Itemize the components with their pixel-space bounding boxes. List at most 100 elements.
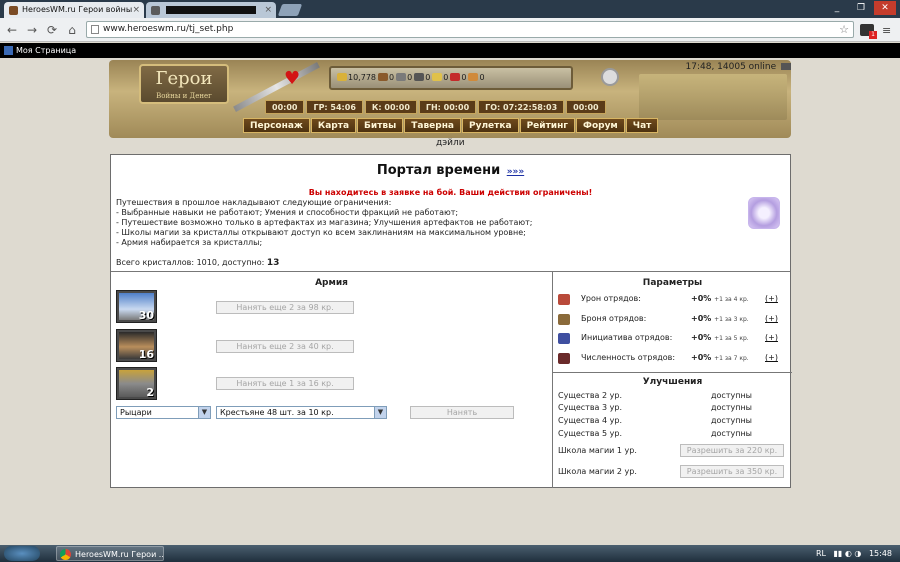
taskbar-browser-item[interactable]: HeroesWM.ru Герои ... [56,546,164,561]
unit-count: 16 [138,348,154,361]
tab-heroeswm[interactable]: HeroesWM.ru Герои войны × [4,2,144,18]
start-button[interactable] [4,546,40,561]
hire-more-button-2[interactable]: Нанять еще 2 за 40 кр. [216,340,354,353]
menu-tavern[interactable]: Таверна [404,118,461,133]
allow-magic-1-button[interactable]: Разрешить за 220 кр. [680,444,784,457]
hire-more-button-1[interactable]: Нанять еще 2 за 98 кр. [216,301,354,314]
param-plus-button[interactable]: (+) [765,351,778,365]
upgrade-row: Существа 5 ур. доступны [558,428,752,440]
resource-value: 0 [443,73,449,82]
upgrade-label: Существа 4 ур. [558,416,622,425]
param-plus-button[interactable]: (+) [765,331,778,345]
back-arrow-icon[interactable]: ← [4,22,20,38]
upgrade-row: Существа 2 ур. доступны [558,390,752,402]
param-value: +0% +1 за 7 кр. [691,351,749,366]
hire-button[interactable]: Нанять [410,406,514,419]
menu-battles[interactable]: Битвы [357,118,404,133]
resource-item: 0 [450,68,466,88]
daily-link[interactable]: дэйли [436,138,465,148]
tab-strip: HeroesWM.ru Герои войны × × _ ❐ ✕ [0,0,900,18]
address-bar[interactable]: www.heroeswm.ru/tj_set.php ☆ [86,21,854,38]
tab-second[interactable]: × [146,2,276,18]
unit-slot-3[interactable]: 2 [116,367,157,400]
bookmark-star-icon[interactable]: ☆ [839,22,849,37]
logo-subtitle: Войны и Денег [156,92,212,100]
menu-chat[interactable]: Чат [625,118,659,133]
creature-select-value: Крестьяне 48 шт. за 10 кр. [220,408,334,417]
menu-character[interactable]: Персонаж [243,118,310,133]
unit-count: 2 [146,386,154,399]
param-cost: +1 за 5 кр. [714,335,749,342]
resource-value: 0 [425,73,431,82]
param-cost: +1 за 3 кр. [714,316,749,323]
unit-count: 30 [138,309,154,322]
browser-menu-icon[interactable]: ≡ [882,24,891,37]
page-title-text: Портал времени [376,163,501,178]
creature-select[interactable]: Крестьяне 48 шт. за 10 кр. ▼ [216,406,387,419]
army-title: Армия [315,278,348,288]
game-logo[interactable]: Герои Войны и Денег [139,64,229,104]
ring-icon[interactable] [601,68,619,86]
close-window-button[interactable]: ✕ [874,1,896,15]
restriction-line: - Выбранные навыки не работают; Умения и… [116,208,459,217]
new-tab-button[interactable] [277,4,303,16]
close-tab-icon[interactable]: × [132,2,140,18]
home-icon[interactable]: ⌂ [64,22,80,38]
divider [111,271,790,272]
unit-slot-1[interactable]: 30 [116,290,157,323]
clock[interactable]: 15:48 [869,549,892,558]
game-header: Герои Войны и Денег ♥ 10,778 0 0 0 0 0 0 17:48… [109,60,791,138]
forward-arrow-icon[interactable]: → [24,22,40,38]
param-value: +0% +1 за 3 кр. [691,312,749,327]
param-label: Урон отрядов: [581,294,641,303]
faction-select[interactable]: Рыцари ▼ [116,406,211,419]
timer-bar: 00:00 ГР: 54:06 К: 00:00 ГН: 00:00 ГО: 0… [265,100,606,114]
magic-school-label: Школа магии 2 ур. [558,467,637,476]
timer-gn: ГН: 00:00 [418,100,477,114]
extension-icon[interactable]: 1 [860,24,877,39]
title-more-link[interactable]: »»» [507,167,524,177]
upgrade-row: Существа 4 ур. доступны [558,415,752,427]
resource-item: 10,778 [337,68,376,88]
maximize-button[interactable]: ❐ [850,1,872,15]
resource-value: 0 [461,73,467,82]
minimize-button[interactable]: _ [826,1,848,15]
portal-crystal-icon [748,197,780,229]
bookmark-my-page[interactable]: Моя Страница [4,44,76,57]
troops-icon [558,353,570,364]
unit-slot-2[interactable]: 16 [116,329,157,362]
resource-value: 10,778 [348,73,376,82]
faction-select-value: Рыцари [120,408,152,417]
hire-more-button-3[interactable]: Нанять еще 1 за 16 кр. [216,377,354,390]
restriction-line: - Путешествие возможно только в артефакт… [116,218,533,227]
allow-magic-2-button[interactable]: Разрешить за 350 кр. [680,465,784,478]
crystals-info: Всего кристаллов: 1010, доступно: 13 [116,258,279,268]
chevron-down-icon: ▼ [198,407,210,418]
mail-icon[interactable] [781,63,791,70]
extension-badge: 1 [869,31,877,39]
param-plus-button[interactable]: (+) [765,292,778,306]
close-tab-icon[interactable]: × [264,2,272,18]
logo-title: Герои [155,68,213,89]
shield-icon [558,314,570,325]
url-text: www.heroeswm.ru/tj_set.php [103,24,234,34]
menu-forum[interactable]: Форум [576,118,625,133]
browser-toolbar: ← → ⟳ ⌂ www.heroeswm.ru/tj_set.php ☆ 1 ≡ [0,18,900,42]
menu-map[interactable]: Карта [310,118,357,133]
upgrade-status: доступны [711,403,752,412]
menu-roulette[interactable]: Рулетка [462,118,519,133]
resource-bar: 10,778 0 0 0 0 0 0 [329,66,573,90]
timer-k: К: 00:00 [364,100,417,114]
chevron-down-icon: ▼ [374,407,386,418]
tray-icons[interactable]: ▮▮ ◐ ◑ [834,549,862,558]
main-menu: Персонаж Карта Битвы Таверна Рулетка Рей… [243,118,659,133]
param-percent: +0% [691,353,712,362]
language-indicator[interactable]: RL [816,549,826,558]
time-online-text: 17:48, 14005 online [685,62,777,72]
param-cost: +1 за 7 кр. [714,355,749,362]
param-plus-button[interactable]: (+) [765,312,778,326]
menu-rating[interactable]: Рейтинг [519,118,576,133]
resource-icon [450,73,461,81]
health-heart-icon: ♥ [284,68,301,89]
reload-icon[interactable]: ⟳ [44,22,60,38]
